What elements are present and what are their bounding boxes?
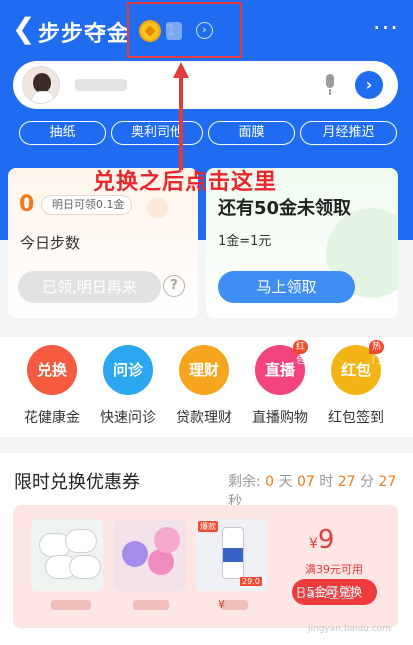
search-go-button[interactable]: ›	[355, 71, 383, 99]
tag-chip[interactable]: 奥利司他	[111, 121, 203, 145]
badge: 红包	[293, 340, 309, 366]
tag-chip[interactable]: 抽纸	[19, 121, 106, 145]
countdown-minutes: 27	[337, 474, 356, 490]
claimed-button[interactable]: 已领,明日再来	[18, 271, 161, 303]
red-packet-icon: 红包 热门	[331, 340, 385, 395]
countdown-prefix: 剩余:	[228, 474, 261, 490]
icon-glyph: 红包	[340, 361, 371, 379]
countdown-hours-unit: 时	[319, 474, 334, 490]
watermark-url: jingyan.baidu.com	[308, 624, 392, 634]
tag-chip[interactable]: 月经推迟	[300, 121, 397, 145]
shortcut-label: 直播购物	[252, 410, 308, 426]
step-tip: 明日可领0.1金	[41, 195, 132, 215]
bottle-shape	[222, 527, 244, 579]
back-icon[interactable]: ❮	[12, 14, 36, 46]
shortcut-label: 红包签到	[328, 410, 384, 426]
more-icon[interactable]: ···	[373, 16, 399, 40]
icon-glyph: 直播	[264, 361, 295, 379]
countdown-hours: 07	[297, 474, 315, 490]
product-bottle-image[interactable]: 爆款 29.0	[196, 519, 268, 591]
coupon-price: ¥9	[309, 525, 334, 555]
shortcut-consult[interactable]: 问诊 快速问诊	[90, 345, 166, 435]
tag-row: 抽纸 奥利司他 面膜 月经推迟	[0, 121, 413, 145]
product-price: 29.0	[240, 577, 262, 586]
step-label: 今日步数	[20, 234, 81, 252]
gold-coin-icon[interactable]	[139, 20, 161, 42]
product-puff-image[interactable]	[114, 519, 186, 591]
help-icon[interactable]: ?	[163, 275, 185, 297]
section-title: 限时兑换优惠券	[14, 472, 140, 493]
badge: 热门	[369, 340, 385, 366]
countdown-minutes-unit: 分	[360, 474, 375, 490]
gold-title: 还有50金未领取	[218, 198, 352, 219]
shortcut-finance[interactable]: 理财 贷款理财	[166, 345, 242, 435]
blurred-value	[166, 22, 182, 40]
search-placeholder-blurred	[75, 79, 127, 91]
watermark: Bai 经验	[296, 584, 355, 602]
exchange-icon: 兑换	[27, 345, 77, 395]
countdown-days: 0	[265, 474, 275, 490]
product-name-blurred	[133, 600, 169, 610]
puff-shape	[122, 541, 148, 567]
step-count: 0	[19, 192, 35, 217]
min-spend: 满39元可用	[305, 563, 363, 576]
coupon-card[interactable]: 爆款 29.0 ¥ ¥9 满39元可用 5金可兑换	[13, 505, 398, 628]
shortcut-label: 花健康金	[24, 410, 80, 426]
red-arrow-annotation	[173, 62, 189, 170]
product-currency: ¥	[218, 598, 225, 611]
coupon-amount: 9	[317, 525, 335, 555]
product-name-blurred	[51, 600, 91, 610]
claim-now-button[interactable]: 马上领取	[218, 271, 355, 303]
tag-chip[interactable]: 面膜	[208, 121, 295, 145]
finance-icon: 理财	[179, 345, 229, 395]
consult-icon: 问诊	[103, 345, 153, 395]
product-tissue-image[interactable]	[31, 519, 103, 591]
countdown-days-unit: 天	[278, 474, 293, 490]
product-tag: 爆款	[198, 521, 218, 532]
shortcut-redpacket[interactable]: 红包 热门 红包签到	[318, 340, 394, 435]
chevron-right-icon[interactable]: ›	[196, 22, 213, 39]
roll-shape	[69, 555, 101, 579]
search-bar[interactable]: ›	[13, 61, 398, 109]
top-bar: ❮ 步步夺金 1 › ···	[0, 0, 413, 60]
page-title: 步步夺金	[38, 22, 131, 47]
coupon-section: 限时兑换优惠券 剩余: 0 天 07 时 27 分 27 秒 爆款 29.0 ¥…	[0, 453, 413, 645]
currency-symbol: ¥	[309, 536, 318, 552]
shortcut-health-gold[interactable]: 兑换 花健康金	[14, 345, 90, 435]
roll-shape	[65, 529, 97, 553]
shortcut-label: 快速问诊	[100, 410, 156, 426]
shortcut-live[interactable]: 直播 红包 直播购物	[242, 340, 318, 435]
puff-shape	[148, 549, 174, 575]
puff-shape	[154, 527, 180, 553]
gold-rate: 1金=1元	[218, 234, 272, 249]
live-icon: 直播 红包	[255, 340, 309, 395]
microphone-icon[interactable]	[322, 74, 338, 96]
shortcut-grid: 兑换 花健康金 问诊 快速问诊 理财 贷款理财 直播 红包 直播购物 红包 热门…	[0, 337, 413, 437]
countdown-seconds: 27	[378, 474, 397, 490]
doctor-avatar	[22, 66, 60, 104]
shortcut-label: 贷款理财	[176, 410, 232, 426]
